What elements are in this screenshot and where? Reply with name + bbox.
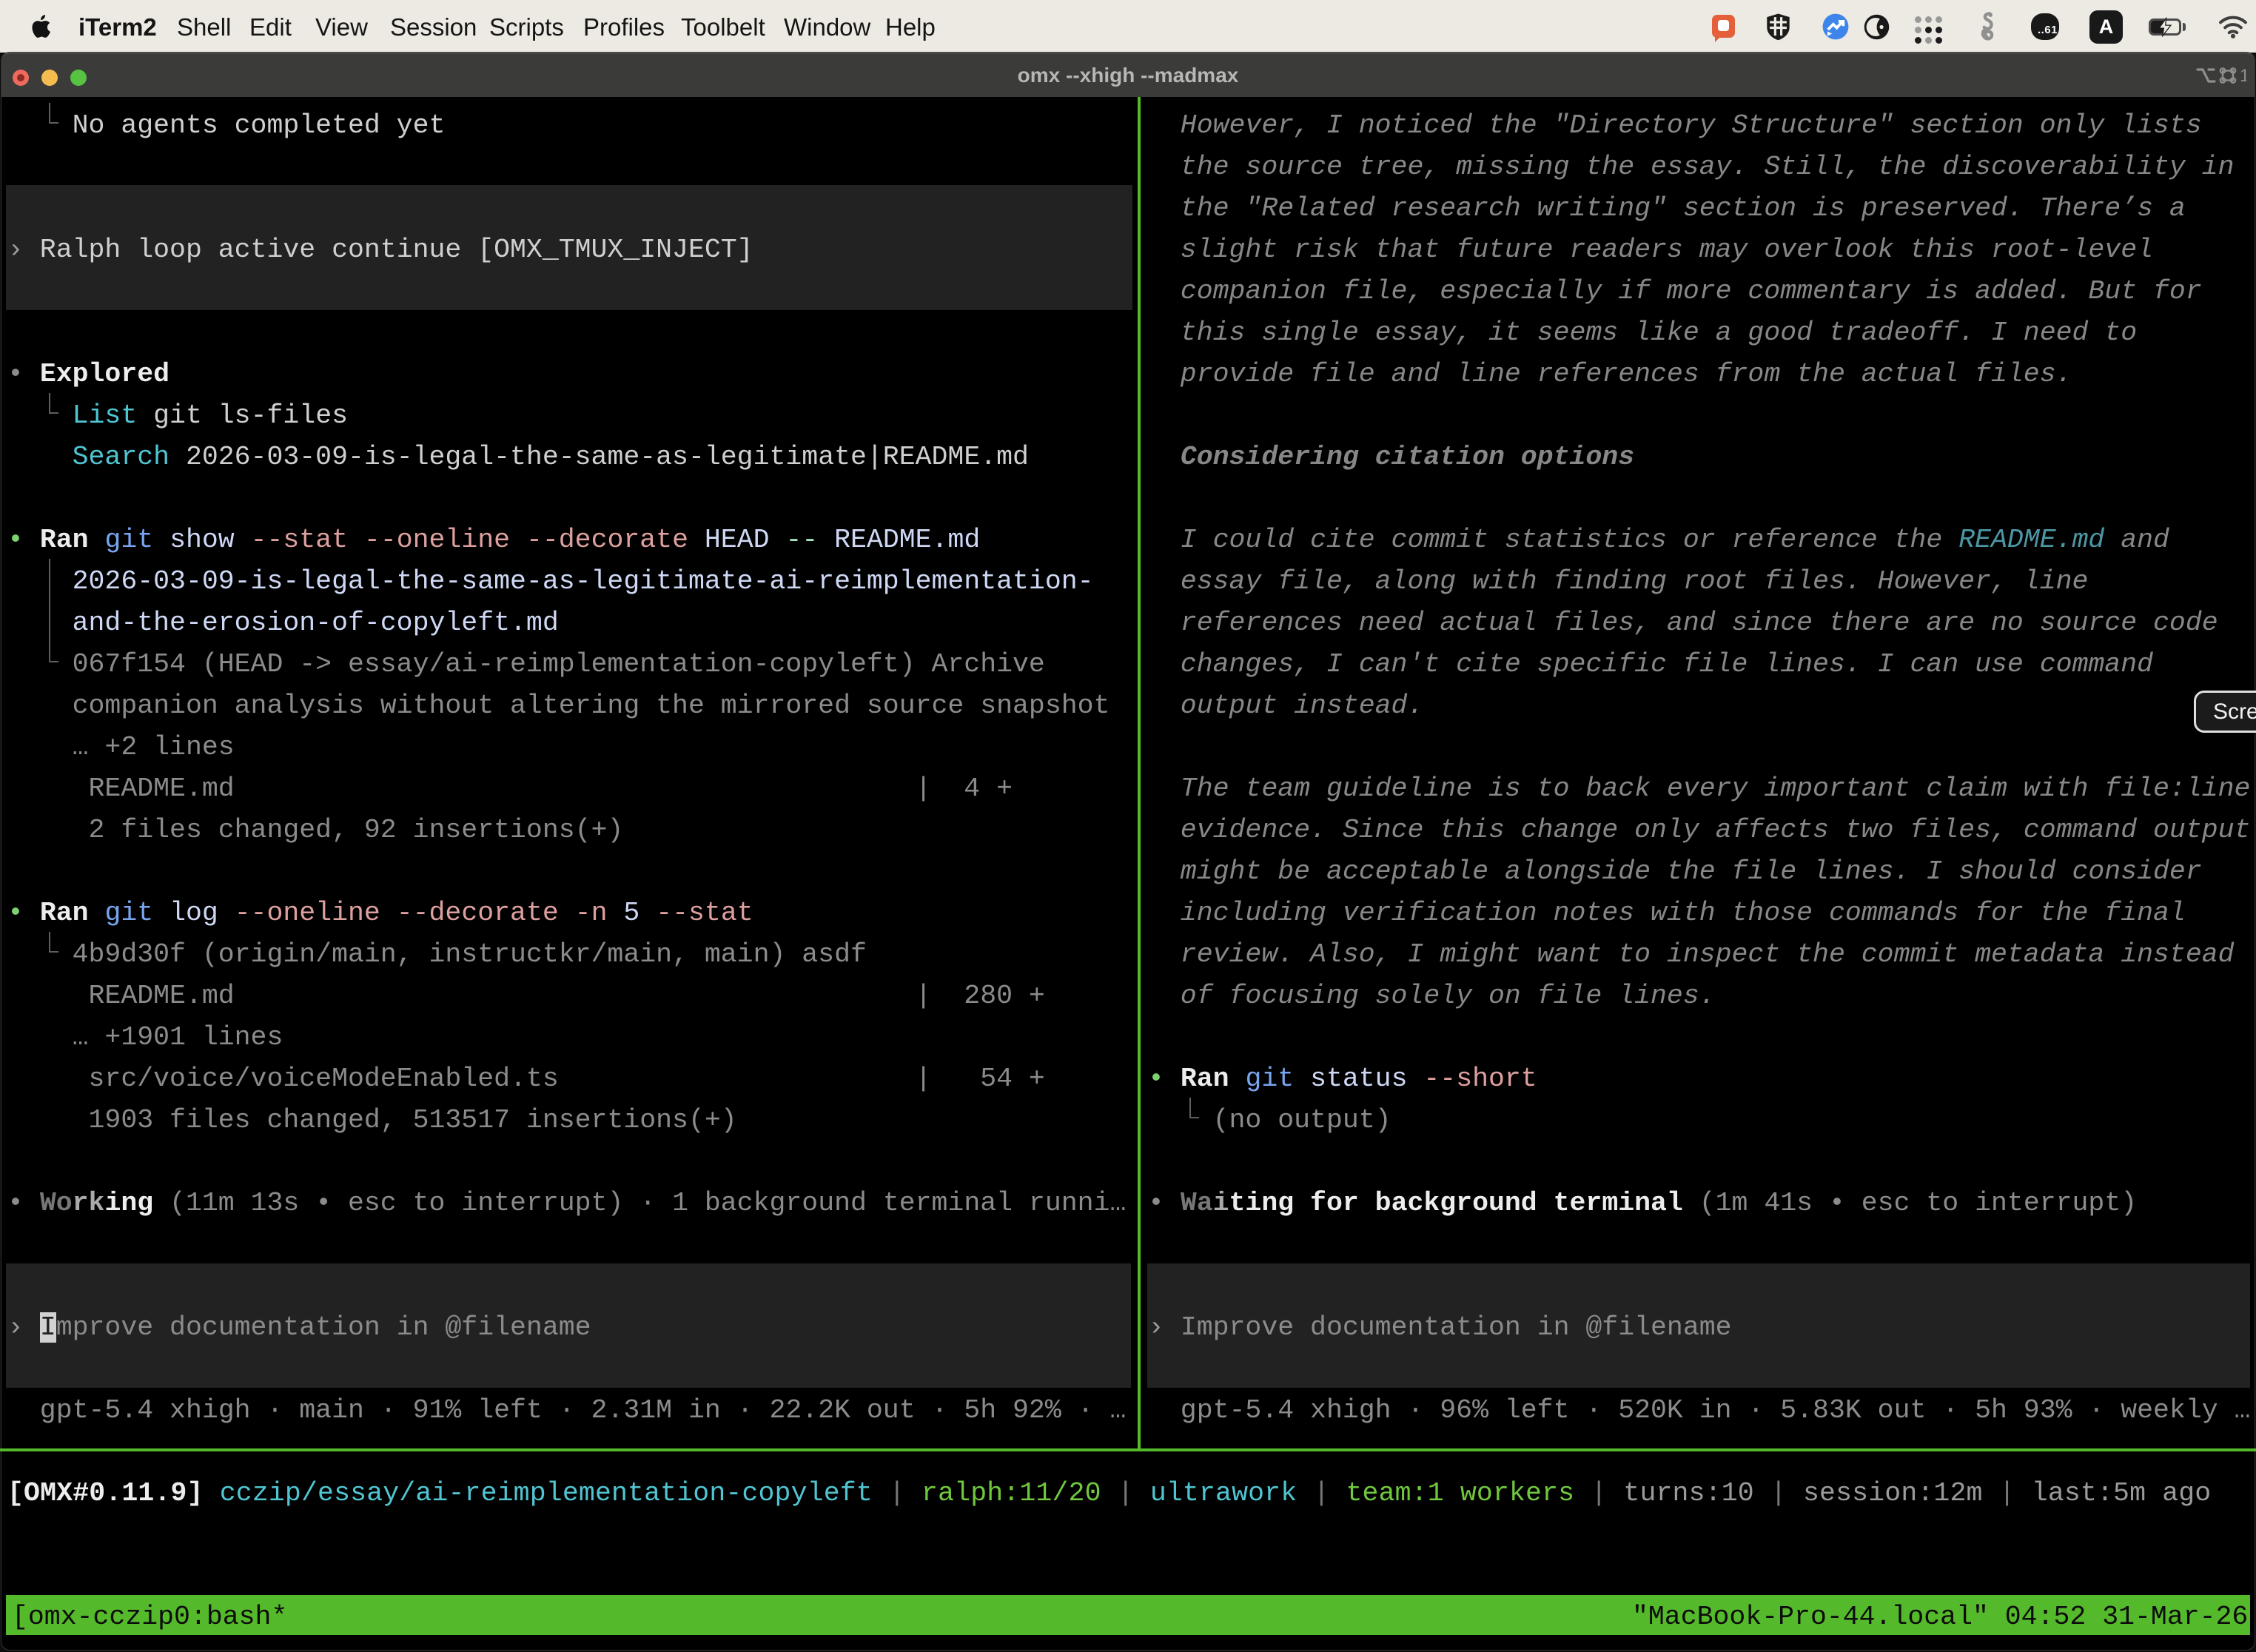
svg-text:1: 1 <box>2240 66 2246 86</box>
